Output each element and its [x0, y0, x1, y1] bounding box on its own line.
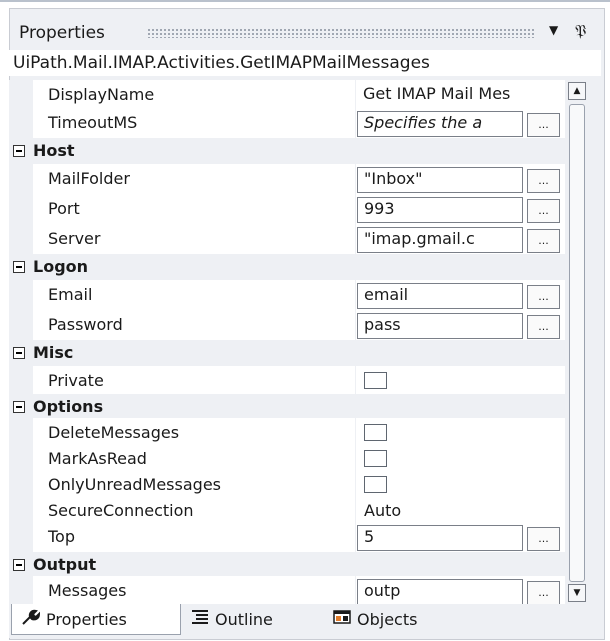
category-label: Options [33, 397, 104, 416]
tab-properties[interactable]: Properties [11, 604, 181, 635]
objects-icon [333, 609, 351, 629]
property-label: MarkAsRead [48, 449, 147, 468]
property-row-top[interactable]: Top 5 ... [9, 522, 565, 553]
server-field[interactable]: "imap.gmail.c [357, 227, 523, 253]
property-label: Port [48, 199, 80, 218]
property-label: OnlyUnreadMessages [48, 475, 221, 494]
timeoutms-ellipsis-button[interactable]: ... [527, 113, 560, 137]
category-label: Logon [33, 257, 89, 276]
deletemessages-checkbox[interactable] [364, 424, 387, 441]
markasread-checkbox[interactable] [364, 450, 387, 467]
property-label: Private [48, 371, 104, 390]
category-label: Host [33, 141, 75, 160]
dropdown-icon[interactable]: ▼ [549, 23, 558, 37]
category-options: Options [9, 394, 565, 418]
collapse-host-toggle[interactable] [13, 145, 25, 157]
title-grip[interactable] [147, 28, 535, 38]
category-output: Output [9, 552, 565, 576]
property-label: MailFolder [48, 169, 130, 188]
category-label: Output [33, 555, 97, 574]
password-ellipsis-button[interactable]: ... [527, 315, 560, 339]
password-field[interactable]: pass [357, 313, 523, 339]
collapse-options-toggle[interactable] [13, 401, 25, 413]
messages-ellipsis-button[interactable]: ... [527, 581, 560, 605]
vertical-scrollbar[interactable]: ▲ ▼ [568, 80, 586, 605]
port-ellipsis-button[interactable]: ... [527, 199, 560, 223]
property-row-onlyunreadmessages[interactable]: OnlyUnreadMessages [9, 470, 565, 497]
tab-objects[interactable]: Objects [323, 604, 473, 634]
top-divider [0, 0, 610, 2]
property-row-displayname[interactable]: DisplayName Get IMAP Mail Mes [9, 80, 565, 109]
scroll-up-arrow-icon[interactable]: ▲ [568, 82, 586, 100]
private-checkbox[interactable] [364, 372, 387, 389]
wrench-icon [22, 609, 41, 629]
property-label: SecureConnection [48, 501, 194, 520]
property-label: Server [48, 229, 101, 248]
property-row-markasread[interactable]: MarkAsRead [9, 444, 565, 471]
scroll-down-arrow-icon[interactable]: ▼ [568, 584, 586, 602]
top-field[interactable]: 5 [357, 525, 523, 551]
category-misc: Misc [9, 340, 565, 366]
property-label: DisplayName [48, 85, 155, 104]
property-row-password[interactable]: Password pass ... [9, 310, 565, 341]
panel-title-bar: Properties ▼ 𝔓 [9, 21, 601, 46]
activity-type-label: UiPath.Mail.IMAP.Activities.GetIMAPMailM… [13, 53, 430, 73]
collapse-logon-toggle[interactable] [13, 261, 25, 273]
secureconnection-value[interactable]: Auto [364, 501, 401, 520]
property-label: Password [48, 315, 123, 334]
collapse-misc-toggle[interactable] [13, 347, 25, 359]
port-field[interactable]: 993 [357, 197, 523, 223]
property-row-email[interactable]: Email email ... [9, 280, 565, 311]
panel-tabs: Properties Outline Objects [9, 604, 601, 638]
displayname-field[interactable]: Get IMAP Mail Mes [357, 83, 557, 107]
category-host: Host [9, 138, 565, 164]
property-label: Top [48, 527, 75, 546]
property-label: Email [48, 285, 93, 304]
property-row-messages[interactable]: Messages outp ... [9, 576, 565, 605]
mailfolder-field[interactable]: "Inbox" [357, 167, 523, 193]
property-label: Messages [48, 581, 127, 600]
panel-title: Properties [19, 23, 105, 43]
outline-icon [191, 609, 209, 629]
timeoutms-field[interactable]: Specifies the a [357, 111, 523, 137]
property-row-secureconnection[interactable]: SecureConnection Auto [9, 496, 565, 523]
property-row-port[interactable]: Port 993 ... [9, 194, 565, 225]
activity-type-name: UiPath.Mail.IMAP.Activities.GetIMAPMailM… [9, 50, 601, 76]
mailfolder-ellipsis-button[interactable]: ... [527, 169, 560, 193]
category-label: Misc [33, 343, 74, 362]
email-field[interactable]: email [357, 283, 523, 309]
property-row-timeoutms[interactable]: TimeoutMS Specifies the a ... [9, 108, 565, 139]
collapse-output-toggle[interactable] [13, 559, 25, 571]
property-row-deletemessages[interactable]: DeleteMessages [9, 418, 565, 445]
server-ellipsis-button[interactable]: ... [527, 229, 560, 253]
tab-outline[interactable]: Outline [181, 604, 321, 634]
property-row-server[interactable]: Server "imap.gmail.c ... [9, 224, 565, 255]
property-row-private[interactable]: Private [9, 366, 565, 395]
category-logon: Logon [9, 254, 565, 280]
property-label: TimeoutMS [48, 113, 138, 132]
pin-icon[interactable]: 𝔓 [575, 21, 586, 41]
tab-label: Properties [46, 609, 127, 629]
messages-field[interactable]: outp [357, 579, 523, 605]
property-row-mailfolder[interactable]: MailFolder "Inbox" ... [9, 164, 565, 195]
scroll-thumb[interactable] [569, 104, 585, 582]
onlyunreadmessages-checkbox[interactable] [364, 476, 387, 493]
tab-label: Outline [215, 609, 273, 629]
tab-label: Objects [357, 609, 418, 629]
property-label: DeleteMessages [48, 423, 180, 442]
email-ellipsis-button[interactable]: ... [527, 285, 560, 309]
top-ellipsis-button[interactable]: ... [527, 527, 560, 551]
